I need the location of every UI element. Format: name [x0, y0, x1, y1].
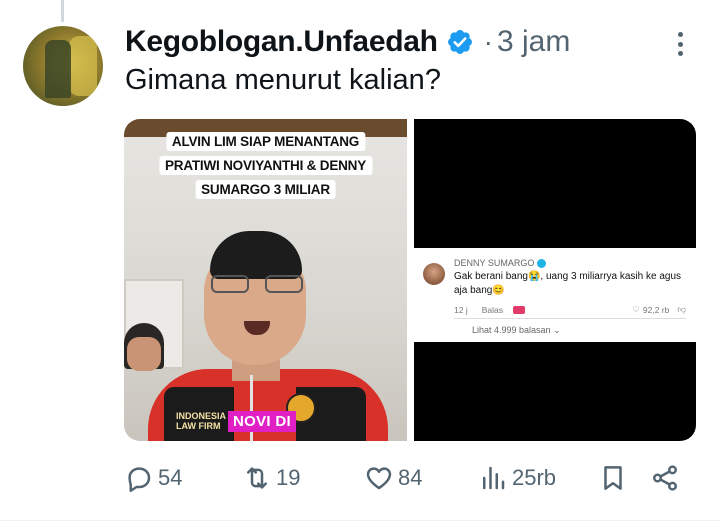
more-options-icon[interactable] [668, 30, 692, 58]
share-button[interactable] [650, 458, 680, 498]
verified-badge-icon [447, 30, 472, 54]
commenter-avatar [423, 263, 445, 285]
view-replies-link: Lihat 4.999 balasan ⌄ [472, 325, 561, 335]
like-count: 84 [398, 465, 423, 490]
heart-outline-icon: ♡ [632, 304, 640, 314]
tweet-action-bar: 54 19 84 25rb [124, 458, 684, 498]
tweet-bottom-divider [0, 520, 720, 521]
view-count: 25rb [512, 465, 557, 490]
reply-count: 54 [158, 465, 183, 490]
video-caption-line: SUMARGO 3 MILIAR [195, 180, 336, 199]
reply-icon [128, 467, 151, 492]
comment-screenshot: DENNY SUMARGO Gak berani bang😭, uang 3 m… [414, 248, 696, 342]
reply-button[interactable]: 54 [124, 458, 182, 498]
bookmark-icon [604, 466, 622, 490]
analytics-icon [483, 466, 505, 490]
speaker-glasses [211, 275, 303, 293]
shirt-print-line: LAW FIRM [176, 421, 221, 431]
background-person-face [127, 337, 161, 371]
creator-heart-icon [512, 305, 525, 314]
share-icon [653, 465, 677, 491]
avatar-figure [45, 40, 71, 98]
shirt-print: INDONESIA LAW FIRM [176, 411, 226, 431]
comment-reply-label: Balas [481, 304, 503, 315]
comment-likes: ♡ 92,2 rb [632, 304, 669, 315]
comment-time: 12 j [454, 304, 468, 315]
tweet-timestamp[interactable]: 3 jam [497, 25, 570, 59]
author-avatar[interactable] [23, 26, 103, 106]
commenter-name: DENNY SUMARGO [454, 258, 535, 268]
media-image-right[interactable]: DENNY SUMARGO Gak berani bang😭, uang 3 m… [414, 119, 696, 441]
tweet-text: Gimana menurut kalian? [125, 64, 441, 96]
verified-small-icon [537, 258, 547, 268]
retweet-count: 19 [276, 465, 301, 490]
bookmark-button[interactable] [598, 458, 628, 498]
comment-text: Gak berani bang😭, uang 3 miliarrya kasih… [454, 271, 682, 296]
speaker-hair [210, 231, 302, 279]
tweet-header: Kegoblogan.Unfaedah · 3 jam [125, 22, 570, 62]
thread-connector-line [61, 0, 64, 22]
dislike-icon: 👎︎ [677, 304, 686, 314]
commenter-name-row: DENNY SUMARGO [454, 258, 547, 268]
media-image-left[interactable]: ALVIN LIM SIAP MENANTANG PRATIWI NOVIYAN… [124, 119, 407, 441]
avatar-highlight [69, 36, 97, 96]
heart-icon [366, 467, 392, 490]
comment-divider [454, 318, 686, 319]
like-button[interactable]: 84 [364, 458, 422, 498]
author-display-name[interactable]: Kegoblogan.Unfaedah [125, 25, 438, 59]
shirt-print-line: INDONESIA [176, 411, 227, 421]
header-separator: · [483, 26, 493, 57]
video-caption-line: ALVIN LIM SIAP MENANTANG [165, 132, 366, 151]
views-button[interactable]: 25rb [478, 458, 556, 498]
tweet-media-grid: ALVIN LIM SIAP MENANTANG PRATIWI NOVIYAN… [124, 119, 696, 441]
video-subtitle: NOVI DI [228, 411, 296, 432]
retweet-button[interactable]: 19 [242, 458, 300, 498]
video-caption-line: PRATIWI NOVIYANTHI & DENNY [158, 156, 373, 175]
comment-like-count: 92,2 rb [642, 304, 670, 315]
retweet-icon [247, 467, 267, 489]
comment-meta: 12 j Balas ♡ 92,2 rb 👎︎ [454, 304, 686, 315]
